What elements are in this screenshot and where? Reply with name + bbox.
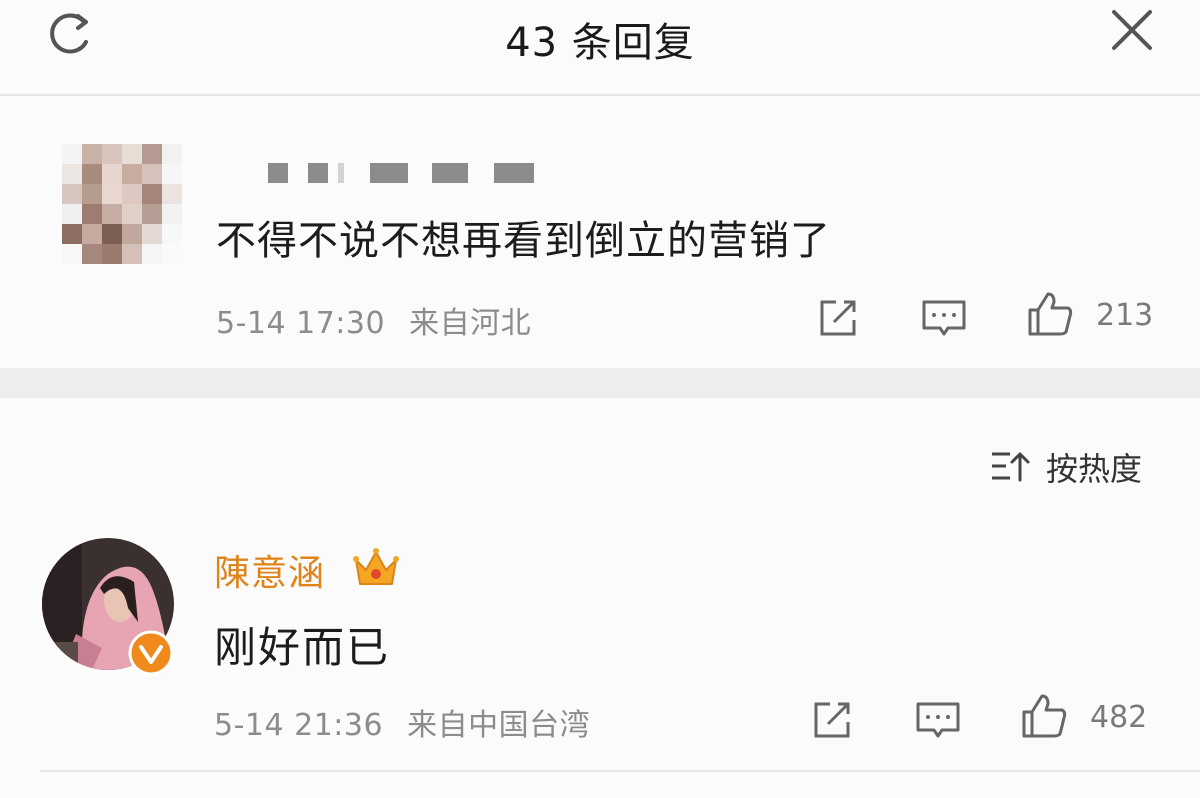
reply-meta: 5-14 21:36 来自中国台湾 bbox=[214, 700, 590, 744]
page-title: 43 条回复 bbox=[505, 20, 695, 66]
share-icon[interactable] bbox=[808, 696, 856, 744]
reply-username[interactable]: 陳意涵 bbox=[214, 544, 325, 596]
reply-comment: 陳意涵 刚好而已 5-14 21:36 来自中国台湾 482 bbox=[0, 398, 1200, 798]
divider bbox=[40, 770, 1200, 772]
comment-icon[interactable] bbox=[920, 294, 968, 342]
like-icon[interactable] bbox=[1020, 692, 1068, 740]
comment-icon[interactable] bbox=[914, 696, 962, 744]
reply-date: 5-14 21:36 bbox=[214, 708, 384, 743]
like-count: 213 bbox=[1096, 298, 1154, 333]
section-divider bbox=[0, 368, 1200, 398]
original-comment: 不得不说不想再看到倒立的营销了 5-14 17:30 来自河北 213 bbox=[0, 98, 1200, 368]
crown-icon bbox=[353, 548, 399, 585]
share-icon[interactable] bbox=[814, 294, 862, 342]
avatar[interactable] bbox=[62, 144, 182, 266]
close-icon[interactable] bbox=[1108, 8, 1156, 52]
comment-text: 不得不说不想再看到倒立的营销了 bbox=[216, 218, 831, 264]
comment-date: 5-14 17:30 bbox=[216, 306, 386, 341]
reply-text: 刚好而已 bbox=[214, 623, 391, 672]
like-icon[interactable] bbox=[1026, 290, 1074, 338]
username-redacted bbox=[268, 163, 538, 183]
reply-location: 来自中国台湾 bbox=[407, 708, 591, 743]
header-bar: 43 条回复 bbox=[0, 0, 1200, 96]
verified-badge-icon bbox=[128, 630, 174, 676]
comment-location: 来自河北 bbox=[409, 306, 532, 341]
like-count: 482 bbox=[1090, 700, 1148, 735]
comment-meta: 5-14 17:30 来自河北 bbox=[216, 298, 531, 342]
